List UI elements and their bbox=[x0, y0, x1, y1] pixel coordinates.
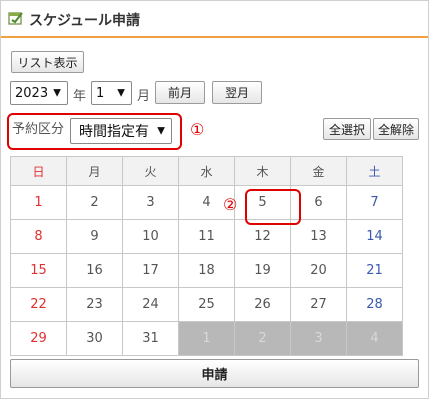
list-view-button[interactable]: リスト表示 bbox=[11, 51, 84, 73]
weekday-header: 日 bbox=[10, 156, 67, 186]
calendar-day-cell[interactable]: 18 bbox=[178, 253, 235, 288]
annotation-box-1 bbox=[7, 113, 182, 150]
calendar-day-cell[interactable]: 24 bbox=[122, 287, 179, 322]
calendar-week-row: 15 16 17 18 19 20 21 bbox=[10, 253, 403, 288]
calendar-day-cell-disabled: 4 bbox=[346, 321, 403, 356]
calendar-day-cell[interactable]: 15 bbox=[10, 253, 67, 288]
calendar-day-cell[interactable]: 8 bbox=[10, 219, 67, 254]
calendar-day-cell[interactable]: 10 bbox=[122, 219, 179, 254]
calendar-week-row: 29 30 31 1 2 3 4 bbox=[10, 321, 403, 356]
page-title: スケジュール申請 bbox=[29, 13, 141, 29]
calendar-day-cell[interactable]: 31 bbox=[122, 321, 179, 356]
calendar-day-cell-disabled: 3 bbox=[290, 321, 347, 356]
weekday-header: 火 bbox=[122, 156, 179, 186]
submit-button[interactable]: 申請 bbox=[10, 359, 419, 388]
calendar-day-cell[interactable]: 23 bbox=[66, 287, 123, 322]
calendar-day-cell[interactable]: 20 bbox=[290, 253, 347, 288]
prev-month-button[interactable]: 前月 bbox=[155, 81, 205, 104]
calendar-grid: 日 月 火 水 木 金 土 1 2 3 4 5 6 7 8 9 10 11 12… bbox=[10, 156, 403, 356]
calendar-day-cell-disabled: 2 bbox=[234, 321, 291, 356]
annotation-marker-1: ① bbox=[190, 120, 205, 139]
calendar-day-cell-disabled: 1 bbox=[178, 321, 235, 356]
year-select-value: 2023 bbox=[15, 85, 49, 101]
calendar-day-cell[interactable]: 7 bbox=[346, 185, 403, 220]
calendar-day-cell[interactable]: 21 bbox=[346, 253, 403, 288]
calendar-day-cell[interactable]: 19 bbox=[234, 253, 291, 288]
calendar-day-cell[interactable]: 13 bbox=[290, 219, 347, 254]
next-month-button[interactable]: 翌月 bbox=[212, 81, 262, 104]
chevron-down-icon: ▼ bbox=[117, 87, 125, 99]
calendar-day-cell[interactable]: 27 bbox=[290, 287, 347, 322]
weekday-header: 土 bbox=[346, 156, 403, 186]
weekday-header: 月 bbox=[66, 156, 123, 186]
annotation-box-2 bbox=[245, 189, 301, 225]
weekday-header-row: 日 月 火 水 木 金 土 bbox=[10, 156, 403, 186]
calendar-week-row: 22 23 24 25 26 27 28 bbox=[10, 287, 403, 322]
calendar-day-cell[interactable]: 2 bbox=[66, 185, 123, 220]
annotation-marker-2: ② bbox=[223, 195, 238, 214]
weekday-header: 金 bbox=[290, 156, 347, 186]
calendar-day-cell[interactable]: 16 bbox=[66, 253, 123, 288]
calendar-day-cell[interactable]: 28 bbox=[346, 287, 403, 322]
select-all-button[interactable]: 全選択 bbox=[323, 118, 371, 140]
calendar-day-cell[interactable]: 3 bbox=[122, 185, 179, 220]
calendar-day-cell[interactable]: 22 bbox=[10, 287, 67, 322]
calendar-day-cell[interactable]: 1 bbox=[10, 185, 67, 220]
calendar-day-cell[interactable]: 26 bbox=[234, 287, 291, 322]
calendar-day-cell[interactable]: 25 bbox=[178, 287, 235, 322]
calendar-day-cell[interactable]: 11 bbox=[178, 219, 235, 254]
calendar-week-row: 1 2 3 4 5 6 7 bbox=[10, 185, 403, 220]
calendar-day-cell[interactable]: 14 bbox=[346, 219, 403, 254]
year-select[interactable]: 2023 ▼ bbox=[10, 81, 68, 105]
deselect-all-button[interactable]: 全解除 bbox=[373, 118, 419, 140]
title-underline bbox=[1, 36, 428, 38]
title-bar: スケジュール申請 bbox=[1, 1, 428, 38]
calendar-week-row: 8 9 10 11 12 13 14 bbox=[10, 219, 403, 254]
calendar-day-cell[interactable]: 29 bbox=[10, 321, 67, 356]
chevron-down-icon: ▼ bbox=[53, 87, 61, 99]
calendar-day-cell[interactable]: 9 bbox=[66, 219, 123, 254]
month-select-value: 1 bbox=[96, 85, 105, 101]
month-select[interactable]: 1 ▼ bbox=[91, 81, 132, 105]
calendar-day-cell[interactable]: 17 bbox=[122, 253, 179, 288]
calendar-check-icon bbox=[8, 12, 23, 25]
weekday-header: 水 bbox=[178, 156, 235, 186]
year-label: 年 bbox=[73, 89, 87, 104]
month-label: 月 bbox=[137, 89, 151, 104]
weekday-header: 木 bbox=[234, 156, 291, 186]
calendar-day-cell[interactable]: 30 bbox=[66, 321, 123, 356]
